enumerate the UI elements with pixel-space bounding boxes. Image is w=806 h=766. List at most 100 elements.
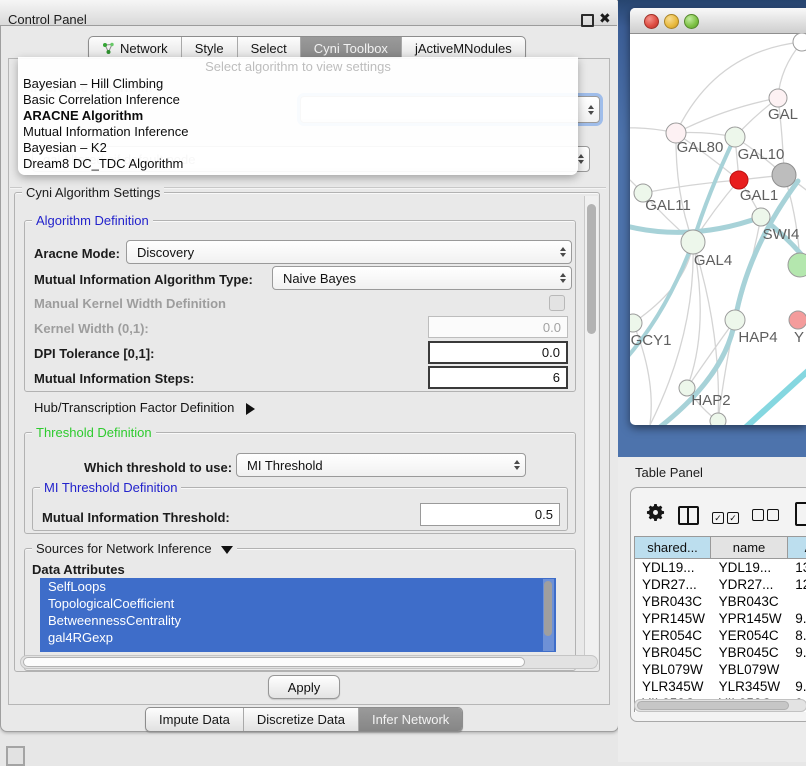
network-edge[interactable] [643, 180, 739, 193]
network-edge[interactable] [676, 98, 778, 133]
table-cell: YER054C [635, 627, 712, 644]
sources-group-title: Sources for Network Inference [36, 541, 212, 556]
table-row[interactable]: YBL079WYBL079W [635, 661, 806, 678]
float-window-icon[interactable] [581, 14, 594, 27]
network-edge[interactable] [633, 242, 693, 323]
table-cell: YBR045C [635, 644, 712, 661]
mi-threshold-group-title: MI Threshold Definition [40, 480, 181, 495]
aracne-mode-combo[interactable]: Discovery [126, 240, 572, 264]
tab-discretize-data[interactable]: Discretize Data [244, 708, 359, 731]
node-y[interactable] [789, 311, 806, 329]
chevron-down-icon [221, 546, 233, 554]
sources-group-toggle[interactable]: Sources for Network Inference [32, 541, 237, 556]
table-cell [788, 661, 806, 678]
node-gal4[interactable] [681, 230, 705, 254]
node-gal-top[interactable] [769, 89, 787, 107]
table-cell: YPR145W [712, 610, 789, 627]
table-cell: 9. [788, 610, 806, 627]
dropdown-item-bayesian-k2[interactable]: Bayesian – K2 [18, 140, 578, 156]
node-gray[interactable] [772, 163, 796, 187]
network-edge-highlighted[interactable] [744, 369, 806, 425]
table-row[interactable]: YLR345WYLR345W9. [635, 678, 806, 695]
node-label-hap4: HAP4 [738, 329, 777, 346]
hub-definition-toggle[interactable]: Hub/Transcription Factor Definition [34, 400, 255, 415]
table-cell: YLR345W [712, 678, 789, 695]
mi-steps-field[interactable]: 6 [428, 366, 568, 389]
node-gal10[interactable] [725, 127, 745, 147]
mi-threshold-field[interactable]: 0.5 [420, 503, 560, 526]
node-bottom[interactable] [710, 413, 726, 425]
table-cell: YBL079W [712, 661, 789, 678]
mi-type-combo[interactable]: Naive Bayes [272, 266, 572, 290]
table-row[interactable]: YPR145WYPR145W9. [635, 610, 806, 627]
minimized-panel-icon[interactable] [6, 746, 25, 766]
data-attributes-list[interactable]: SelfLoopsTopologicalCoefficientBetweenne… [40, 578, 556, 652]
attributes-scrollbar[interactable] [543, 579, 554, 651]
node-right-green[interactable] [788, 253, 806, 277]
dropdown-item-aracne-algorithm[interactable]: ARACNE Algorithm [18, 108, 578, 124]
column-header-name[interactable]: name [711, 537, 788, 558]
attribute-item-betweennesscentrality[interactable]: BetweennessCentrality [40, 612, 556, 629]
node-label-gal1: GAL1 [740, 187, 778, 204]
table-cell: 12 [788, 576, 806, 593]
table-horizontal-scrollbar[interactable] [634, 699, 806, 712]
tab-impute-data[interactable]: Impute Data [146, 708, 244, 731]
settings-horizontal-scrollbar[interactable] [20, 655, 598, 669]
settings-vertical-scrollbar[interactable] [584, 196, 598, 666]
attribute-item-topologicalcoefficient[interactable]: TopologicalCoefficient [40, 595, 556, 612]
tab-infer-network[interactable]: Infer Network [359, 708, 462, 731]
network-edge-highlighted[interactable] [630, 137, 735, 363]
columns-icon[interactable] [678, 506, 699, 525]
column-header-shared[interactable]: shared... [634, 537, 711, 558]
manual-kernel-checkbox[interactable] [549, 295, 565, 311]
node-unlabeled-top[interactable] [793, 33, 806, 51]
kernel-width-field[interactable]: 0.0 [428, 316, 568, 338]
mi-type-value: Naive Bayes [283, 271, 356, 286]
node-gcy1[interactable] [630, 314, 642, 332]
scrollbar-thumb[interactable] [637, 701, 789, 710]
node-label-gal11: GAL11 [645, 197, 691, 214]
minimize-button[interactable] [664, 14, 679, 29]
stepper-arrows-icon [578, 154, 584, 164]
dropdown-item-bayesian-hill-climbing[interactable]: Bayesian – Hill Climbing [18, 76, 578, 92]
attribute-item-gal4rgexp[interactable]: gal4RGexp [40, 629, 556, 646]
attribute-item-selfloops[interactable]: SelfLoops [40, 578, 556, 595]
node-table: shared...nameA YDL19...YDL19...13YDR27..… [634, 536, 806, 712]
node-swi4[interactable] [752, 208, 770, 226]
algorithm-definition-title: Algorithm Definition [32, 213, 153, 228]
table-cell: YBR043C [712, 593, 789, 610]
document-icon[interactable] [795, 502, 806, 526]
network-canvas[interactable]: GALGAL80GAL10GAL1GAL11SWI4GAL4GCY1HAP4YH… [630, 33, 806, 425]
which-threshold-value: MI Threshold [247, 458, 323, 473]
zoom-button[interactable] [684, 14, 699, 29]
scrollbar-thumb[interactable] [587, 204, 596, 334]
table-row[interactable]: YBR043CYBR043C [635, 593, 806, 610]
node-hap4[interactable] [725, 310, 745, 330]
node-label-swi4: SWI4 [763, 226, 800, 243]
stepper-arrows-icon [560, 247, 566, 257]
which-threshold-combo[interactable]: MI Threshold [236, 453, 526, 477]
table-row[interactable]: YER054CYER054C8. [635, 627, 806, 644]
dropdown-item-dream8-dc-tdc-algorithm[interactable]: Dream8 DC_TDC Algorithm [18, 156, 578, 172]
close-button[interactable] [644, 14, 659, 29]
close-icon[interactable]: ✖ [599, 10, 611, 27]
attribute-item-clipped[interactable] [40, 646, 556, 652]
table-cell: YDR27... [635, 576, 712, 593]
control-panel-titlebar[interactable] [0, 0, 617, 26]
unchecked-columns-icon[interactable] [752, 508, 782, 526]
table-row[interactable]: YDL19...YDL19...13 [635, 559, 806, 576]
table-cell: YDL19... [635, 559, 712, 576]
scrollbar-thumb[interactable] [23, 657, 525, 667]
table-row[interactable]: YDR27...YDR27...12 [635, 576, 806, 593]
table-cell: 8. [788, 627, 806, 644]
apply-button[interactable]: Apply [268, 675, 340, 699]
gear-icon[interactable] [646, 503, 665, 527]
node-label-gal: GAL [768, 106, 798, 123]
dropdown-item-basic-correlation-inference[interactable]: Basic Correlation Inference [18, 92, 578, 108]
table-row[interactable]: YBR045CYBR045C9. [635, 644, 806, 661]
checked-columns-icon[interactable]: ✓✓ [712, 508, 742, 526]
dropdown-item-mutual-information-inference[interactable]: Mutual Information Inference [18, 124, 578, 140]
column-header-A[interactable]: A [788, 537, 806, 558]
scrollbar-thumb[interactable] [544, 581, 552, 636]
dpi-tolerance-field[interactable]: 0.0 [428, 341, 568, 364]
